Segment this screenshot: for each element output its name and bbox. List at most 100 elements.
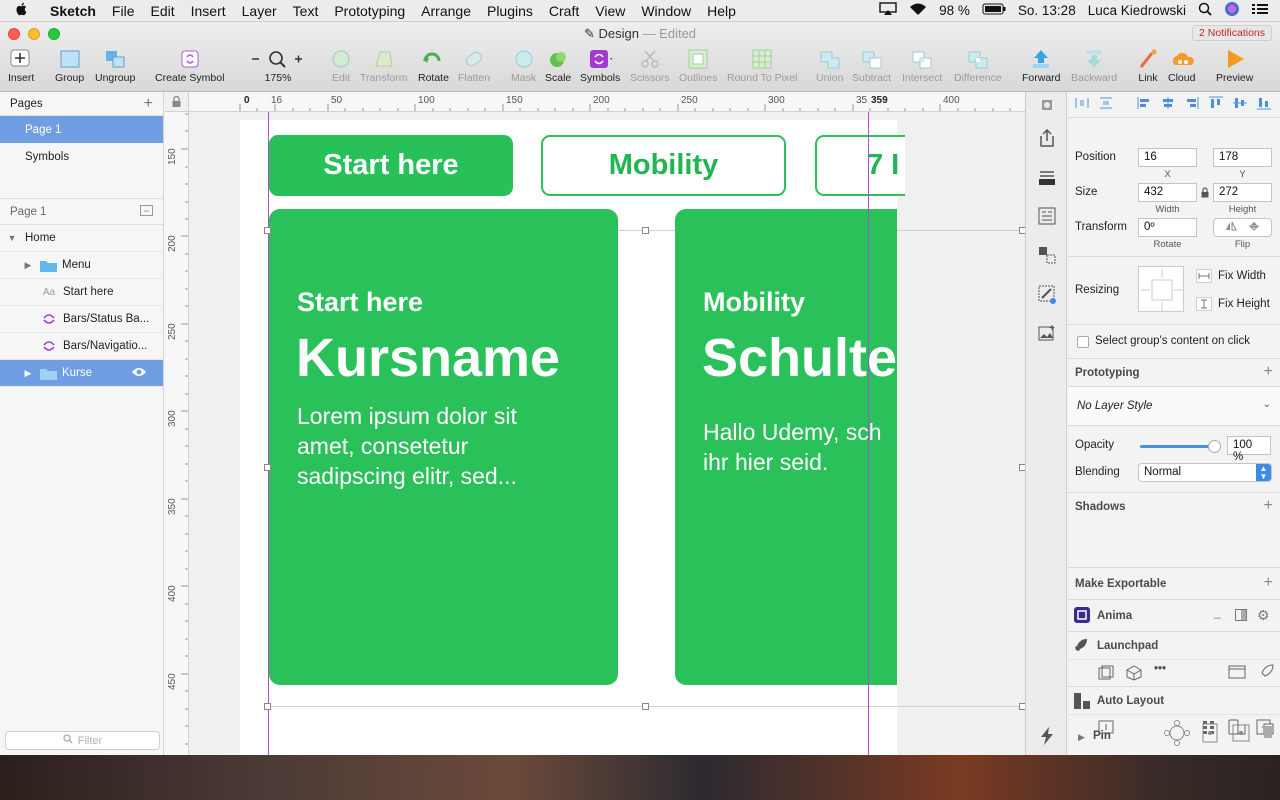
disclosure-open-icon[interactable]: ▼ [6, 233, 18, 243]
share-export-icon[interactable] [1026, 118, 1067, 157]
forward-button[interactable]: Forward [1022, 48, 1061, 84]
menu-app-sketch[interactable]: Sketch [42, 3, 104, 19]
flip-horizontal-icon[interactable] [1225, 221, 1237, 234]
add-prototyping-icon[interactable]: + [1264, 364, 1273, 380]
resize-handle[interactable] [642, 227, 649, 234]
fix-height-label[interactable]: Fix Height [1218, 298, 1270, 310]
menu-text[interactable]: Text [285, 3, 327, 19]
image-add-icon[interactable] [1026, 313, 1067, 352]
disclosure-closed-icon[interactable]: ▶ [22, 368, 34, 379]
difference-button[interactable]: Difference [954, 48, 1002, 84]
menu-arrange[interactable]: Arrange [413, 3, 479, 19]
spotlight-icon[interactable] [1198, 2, 1212, 19]
subtract-button[interactable]: Subtract [852, 48, 891, 84]
layer-bars-status[interactable]: Bars/Status Ba... [0, 306, 163, 333]
distribute-horizontal-icon[interactable] [1074, 96, 1090, 113]
pin-disclosure-icon[interactable]: ▶ [1078, 732, 1085, 743]
course-card-1[interactable]: Start here Kursname Lorem ipsum dolor si… [269, 209, 618, 685]
layer-bars-navigation[interactable]: Bars/Navigatio... [0, 333, 163, 360]
cube-icon[interactable] [1126, 665, 1142, 684]
symbols-button[interactable]: Symbols [580, 48, 620, 84]
menu-craft[interactable]: Craft [541, 3, 587, 19]
page-item-symbols[interactable]: Symbols [0, 143, 163, 170]
layer-filter-input[interactable]: Filter [5, 731, 160, 750]
edit-button[interactable]: Edit [329, 48, 353, 84]
layer-menu[interactable]: ▶ Menu [0, 252, 163, 279]
clock[interactable]: So. 13:28 [1018, 3, 1076, 18]
ruler-horizontal[interactable]: 0 16 50 100 150 200 250 300 35 359 400 [165, 92, 1025, 112]
notification-center-icon[interactable] [1252, 3, 1268, 18]
browser-window-icon[interactable] [1228, 665, 1246, 682]
menu-help[interactable]: Help [699, 3, 744, 19]
tab-start-here[interactable]: Start here [269, 135, 513, 196]
craft-icon[interactable] [1026, 92, 1067, 118]
add-shadow-icon[interactable]: + [1264, 498, 1273, 514]
gear-icon[interactable]: ⚙ [1257, 607, 1270, 624]
add-page-icon[interactable]: + [144, 95, 153, 113]
width-input[interactable]: 432 [1138, 183, 1197, 202]
course-card-2[interactable]: Mobility Schulte Hallo Udemy, sch ihr hi… [675, 209, 897, 685]
layer-style-select[interactable]: No Layer Style [1077, 400, 1152, 412]
select-stepper-icon[interactable]: ▲ ▼ [1256, 464, 1271, 481]
swap-layers-icon[interactable] [1026, 235, 1067, 274]
align-bottom-icon[interactable] [1256, 96, 1272, 113]
collapse-icon[interactable] [140, 204, 153, 219]
flatten-button[interactable]: Flatten [458, 48, 490, 84]
disclosure-closed-icon[interactable]: ▶ [22, 260, 34, 271]
siri-icon[interactable] [1224, 1, 1240, 20]
link-button[interactable]: Link [1136, 48, 1160, 84]
resizing-constraints-widget[interactable] [1138, 266, 1184, 312]
user-name[interactable]: Luca Kiedrowski [1088, 3, 1186, 18]
intersect-button[interactable]: Intersect [902, 48, 942, 84]
position-y-input[interactable]: 178 [1213, 148, 1272, 167]
transform-button[interactable]: Transform [360, 48, 407, 84]
menu-insert[interactable]: Insert [183, 3, 234, 19]
resize-handle[interactable] [264, 464, 271, 471]
fix-width-label[interactable]: Fix Width [1218, 270, 1266, 282]
airplay-icon[interactable] [879, 2, 897, 19]
tab-mobility[interactable]: Mobility [541, 135, 786, 196]
flip-vertical-icon[interactable] [1248, 221, 1260, 234]
layer-home[interactable]: ▼ Home [0, 225, 163, 252]
rotate-button[interactable]: Rotate [418, 48, 449, 84]
blending-select[interactable]: Normal ▲ ▼ [1138, 463, 1272, 482]
union-button[interactable]: Union [816, 48, 843, 84]
zoom-control[interactable]: 175% [250, 48, 306, 84]
pin-horizontal-icon[interactable] [1231, 723, 1251, 746]
tab-partial[interactable]: 7 I [815, 135, 905, 196]
page-item-page-1[interactable]: Page 1 [0, 116, 163, 143]
ruler-vertical[interactable]: 150 200 250 300 350 400 450 [165, 112, 189, 755]
ungroup-button[interactable]: Ungroup [95, 48, 135, 84]
group-button[interactable]: Group [55, 48, 84, 84]
trash-icon[interactable] [1262, 725, 1274, 742]
launchpad-layout-icon[interactable] [1098, 665, 1114, 684]
notifications-badge[interactable]: 2 Notifications [1192, 25, 1272, 41]
create-symbol-button[interactable]: Create Symbol [155, 48, 224, 84]
distribute-vertical-icon[interactable] [1098, 96, 1114, 113]
scale-button[interactable]: Scale [545, 48, 571, 84]
insert-button[interactable]: Insert [8, 48, 34, 84]
align-left-icon[interactable] [1136, 96, 1152, 113]
menu-window[interactable]: Window [633, 3, 699, 19]
align-middle-icon[interactable] [1232, 96, 1248, 113]
document-title[interactable]: ✎ Design — Edited [0, 26, 1280, 42]
rotate-input[interactable]: 0º [1138, 218, 1197, 237]
align-center-horizontal-icon[interactable] [1160, 96, 1176, 113]
menu-file[interactable]: File [104, 3, 143, 19]
battery-icon[interactable] [982, 3, 1006, 18]
pin-vertical-icon[interactable] [1201, 723, 1219, 746]
wifi-icon[interactable] [909, 2, 927, 19]
flip-control[interactable] [1213, 218, 1272, 237]
canvas[interactable]: 0 16 50 100 150 200 250 300 35 359 400 1… [165, 92, 1025, 755]
layer-start-here[interactable]: Aa Start here [0, 279, 163, 306]
more-icon[interactable]: ••• [1154, 663, 1166, 675]
scissors-button[interactable]: Scissors [630, 48, 670, 84]
lightning-icon[interactable] [1026, 716, 1067, 755]
apple-icon[interactable] [0, 2, 42, 19]
lock-ratio-icon[interactable] [1201, 187, 1209, 201]
pin-constraints-icon[interactable] [1164, 720, 1190, 749]
resize-handle[interactable] [642, 703, 649, 710]
layer-kurse[interactable]: ▶ Kurse [0, 360, 163, 387]
opacity-input[interactable]: 100 % [1227, 436, 1271, 463]
menu-layer[interactable]: Layer [234, 3, 285, 19]
